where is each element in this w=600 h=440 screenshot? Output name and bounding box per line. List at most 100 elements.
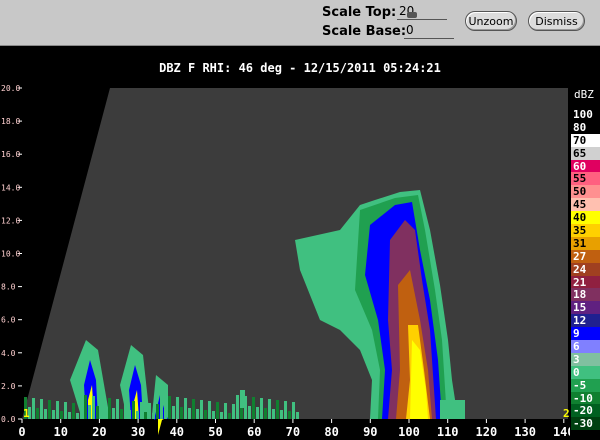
echo-cell <box>216 402 219 419</box>
y-tick-label: 20.0 <box>1 84 20 93</box>
echo-cell <box>176 397 179 419</box>
y-tick-label: 8.0 <box>1 283 16 292</box>
echo-cell <box>168 396 171 419</box>
legend-entry: 9 <box>571 327 600 340</box>
echo-cell <box>180 407 183 419</box>
echo-cell <box>80 404 83 419</box>
echo-cell <box>112 408 115 419</box>
legend-entry: -20 <box>571 404 600 417</box>
scale-base-input[interactable]: 0 <box>404 23 454 39</box>
echo-cell <box>188 408 191 419</box>
echo-cell <box>68 412 71 419</box>
legend-entry: 50 <box>571 185 600 198</box>
y-tick-label: 2.0 <box>1 382 16 391</box>
legend-entry: 60 <box>571 159 600 173</box>
x-tick-label: 110 <box>437 425 459 439</box>
echo-cell <box>256 407 259 419</box>
echo-cell <box>204 410 207 419</box>
y-tick-label: 18.0 <box>1 117 20 126</box>
legend-entry: 40 <box>571 211 600 224</box>
x-tick-label: 30 <box>131 425 145 439</box>
echo-cell <box>104 407 107 419</box>
y-tick-label: 16.0 <box>1 150 20 159</box>
x-tick-label: 120 <box>476 425 498 439</box>
scale-top-label: Scale Top: <box>322 5 397 20</box>
echo-cell <box>220 412 223 419</box>
echo-cell <box>108 398 111 419</box>
echo-cell <box>272 409 275 419</box>
echo-cell <box>160 395 163 419</box>
legend-entry: 70 <box>571 133 600 147</box>
toolbar: Scale Top: 20 Scale Base: 0 Unzoom Dismi… <box>0 0 600 46</box>
x-tick-label: 50 <box>208 425 222 439</box>
legend-unit: dBZ <box>574 88 594 101</box>
corner-marker-right: 2 <box>563 407 570 420</box>
unzoom-button[interactable]: Unzoom <box>465 11 517 31</box>
echo-cell <box>144 412 147 419</box>
echo-cell <box>124 400 127 419</box>
dismiss-button[interactable]: Dismiss <box>528 11 585 31</box>
color-legend: 100 80 70 65 60 55 50 45 40 35 31 27 24 21 18 15 12 9 6 3 0-… <box>571 108 600 430</box>
x-tick-label: 60 <box>247 425 261 439</box>
legend-entry: -10 <box>571 391 600 405</box>
rhi-plot[interactable]: 0 10 20 30 40 50 60 70 80 90 100 110 120 130 140 0.0 2.… <box>0 80 570 440</box>
echo-cell <box>192 399 195 419</box>
echo-cell <box>236 395 239 419</box>
echo-cell <box>228 413 231 419</box>
y-tick-label: 14.0 <box>1 183 20 192</box>
echo-cell <box>52 410 55 419</box>
scale-top-slider-handle[interactable] <box>407 12 417 18</box>
echo-cell <box>200 400 203 419</box>
scale-base-label: Scale Base: <box>322 24 407 39</box>
echo-cell <box>44 409 47 419</box>
echo-cell <box>140 402 143 419</box>
legend-entry: 35 <box>571 224 600 237</box>
x-tick-label: 70 <box>286 425 300 439</box>
legend-entry: 3 <box>571 352 600 366</box>
scale-top-input[interactable]: 20 <box>397 4 447 20</box>
echo-cell <box>156 404 159 419</box>
legend-entry: 18 <box>571 288 600 301</box>
x-tick-label: 140 <box>553 425 570 439</box>
echo-cell <box>88 405 91 419</box>
legend-entry: 31 <box>571 236 600 250</box>
echo-cell <box>84 395 87 419</box>
x-axis: 0 10 20 30 40 50 60 70 80 90 100 110 120 130 140 <box>18 419 570 439</box>
legend-entry: 27 <box>571 249 600 263</box>
legend-entry: 24 <box>571 262 600 276</box>
echo-cell <box>72 403 75 419</box>
corner-marker-left: 1 <box>23 407 30 420</box>
echo-cell <box>292 402 295 419</box>
echo-cell <box>32 398 35 419</box>
echo-cell <box>208 401 211 419</box>
x-tick-label: 100 <box>398 425 420 439</box>
echo-cell <box>152 413 155 419</box>
x-tick-label: 90 <box>363 425 377 439</box>
y-tick-label: 12.0 <box>1 216 20 225</box>
x-tick-label: 40 <box>170 425 184 439</box>
legend-entry: 15 <box>571 301 600 314</box>
echo-cell <box>92 396 95 419</box>
echo-cell <box>76 413 79 419</box>
echo-cell <box>48 400 51 419</box>
echo-cell <box>56 401 59 419</box>
legend-entry: 100 <box>571 108 600 121</box>
echo-cell <box>260 398 263 419</box>
plot-background <box>22 88 568 419</box>
echo-cell <box>248 406 251 419</box>
legend-entry: 12 <box>571 314 600 327</box>
x-tick-label: 10 <box>53 425 67 439</box>
x-tick-label: 0 <box>18 425 25 439</box>
echo-cell <box>60 411 63 419</box>
y-axis: 0.0 2.0 4.0 6.0 8.0 10.0 12.0 14.0 16.0 18.0 20.0 <box>1 84 22 424</box>
y-tick-label: 6.0 <box>1 316 16 325</box>
echo-cell <box>36 408 39 419</box>
echo-cell <box>440 400 465 419</box>
echo-cell <box>252 397 255 419</box>
echo-cell <box>268 399 271 419</box>
y-tick-label: 0.0 <box>1 415 16 424</box>
echo-cell <box>40 399 43 419</box>
echo-cell <box>280 410 283 419</box>
echo-cell <box>116 399 119 419</box>
echo-cell <box>212 411 215 419</box>
